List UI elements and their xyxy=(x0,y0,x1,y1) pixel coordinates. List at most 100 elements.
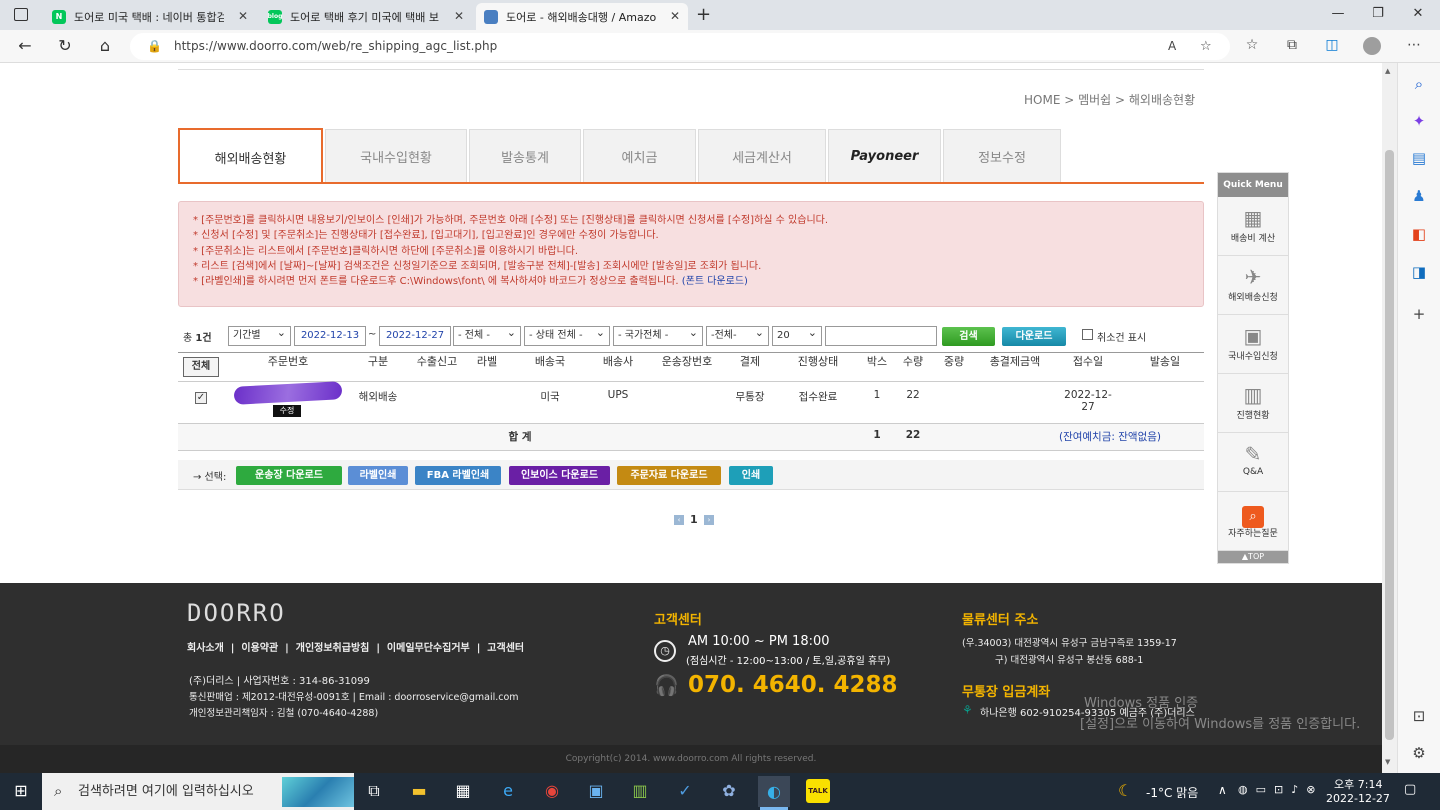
tray-chevron-icon[interactable]: ∧ xyxy=(1218,783,1227,797)
edge-icon[interactable]: ◐ xyxy=(758,776,790,807)
restore-icon[interactable]: ❐ xyxy=(1368,6,1388,21)
search-input[interactable] xyxy=(825,326,937,346)
ie-icon[interactable]: e xyxy=(496,779,520,803)
tab-shipping-stats[interactable]: 발송통계 xyxy=(469,129,581,183)
cell-status[interactable]: 접수완료 xyxy=(790,389,846,404)
favorite-add-icon[interactable]: ☆ xyxy=(1200,33,1212,60)
url-field[interactable]: 🔒 https://www.doorro.com/web/re_shipping… xyxy=(130,33,1230,60)
invoice-download-button[interactable]: 인보이스 다운로드 xyxy=(509,466,610,485)
read-aloud-icon[interactable]: A xyxy=(1168,33,1176,60)
print-button[interactable]: 인쇄 xyxy=(729,466,773,485)
windows-start-icon[interactable]: ⊞ xyxy=(9,779,33,803)
clock-time[interactable]: 오후 7:14 xyxy=(1334,776,1382,792)
weather-text[interactable]: -1°C 맑음 xyxy=(1146,784,1198,801)
scroll-down-icon[interactable]: ▼ xyxy=(1385,758,1390,766)
add-sidebar-icon[interactable]: + xyxy=(1408,303,1430,325)
tab-tax-invoice[interactable]: 세금계산서 xyxy=(698,129,826,183)
profile-avatar-icon[interactable] xyxy=(1362,37,1382,59)
cancel-checkbox[interactable] xyxy=(1082,329,1093,340)
quick-faq[interactable]: ⌕ 자주하는질문 xyxy=(1218,492,1288,551)
search-button[interactable]: 검색 xyxy=(942,327,995,346)
pager-prev-icon[interactable]: ‹ xyxy=(674,515,684,525)
search-icon[interactable]: ⌕ xyxy=(1408,73,1430,95)
clock-date[interactable]: 2022-12-27 xyxy=(1326,792,1390,805)
footer-links[interactable]: 회사소개 | 이용약관 | 개인정보취급방침 | 이메일무단수집거부 | 고객센… xyxy=(187,639,524,654)
new-tab-icon[interactable]: + xyxy=(696,4,711,25)
fba-label-print-button[interactable]: FBA 라벨인쇄 xyxy=(415,466,501,485)
order-number-redacted[interactable] xyxy=(233,381,343,405)
browser-tab-3[interactable]: 도어로 - 해외배송대행 / Amazon ✕ xyxy=(476,3,688,30)
select-all-button[interactable]: 전체 xyxy=(183,357,219,377)
waybill-download-button[interactable]: 운송장 다운로드 xyxy=(236,466,342,485)
scrollbar-thumb[interactable] xyxy=(1385,150,1394,740)
header-received: 접수일 xyxy=(1072,355,1104,368)
date-from-input[interactable]: 2022-12-13 xyxy=(294,326,366,346)
tab-deposit[interactable]: 예치금 xyxy=(583,129,696,183)
task-view-icon[interactable]: ⧉ xyxy=(362,779,386,803)
country-select[interactable]: - 국가전체 - xyxy=(613,324,703,346)
close-tab-icon[interactable]: ✕ xyxy=(238,9,248,23)
store-icon[interactable]: ▦ xyxy=(451,779,475,803)
chrome-icon[interactable]: ◉ xyxy=(540,779,564,803)
tab-edit-info[interactable]: 정보수정 xyxy=(943,129,1061,183)
hide-sidebar-icon[interactable]: ⊡ xyxy=(1408,705,1430,727)
quick-domestic-apply[interactable]: ▣ 국내수입신청 xyxy=(1218,315,1288,374)
order-data-download-button[interactable]: 주문자료 다운로드 xyxy=(617,466,721,485)
browser-tab-2[interactable]: blog 도어로 택배 후기 미국에 택배 보 ✕ xyxy=(260,3,472,30)
edge-shield-icon[interactable]: ◫ xyxy=(1322,37,1342,53)
minimize-icon[interactable]: — xyxy=(1328,6,1348,21)
taskbar-search[interactable]: ⌕ 검색하려면 여기에 입력하십시오 xyxy=(42,773,354,810)
edit-button[interactable]: 수정 xyxy=(273,405,301,417)
tray-icons[interactable]: ◍▭⊡♪⊗ xyxy=(1238,783,1323,796)
outlook-icon[interactable]: ◨ xyxy=(1408,261,1430,283)
office-icon[interactable]: ◧ xyxy=(1408,223,1430,245)
app-icon-3[interactable]: ✓ xyxy=(673,779,697,803)
row-checkbox[interactable]: ✓ xyxy=(195,392,207,404)
pager-current[interactable]: 1 xyxy=(690,513,698,526)
weather-icon[interactable]: ☾ xyxy=(1118,781,1132,800)
copilot-icon[interactable]: ✦ xyxy=(1408,110,1430,132)
pager-next-icon[interactable]: › xyxy=(704,515,714,525)
kakaotalk-icon[interactable]: TALK xyxy=(806,779,830,803)
quick-overseas-apply[interactable]: ✈ 해외배송신청 xyxy=(1218,256,1288,315)
games-icon[interactable]: ♟ xyxy=(1408,185,1430,207)
quick-shipping-calc[interactable]: ▦ 배송비 계산 xyxy=(1218,197,1288,256)
back-icon[interactable]: ← xyxy=(14,36,36,55)
favorites-icon[interactable]: ☆ xyxy=(1242,37,1262,53)
settings-icon[interactable]: ⚙ xyxy=(1408,742,1430,764)
app-icon-4[interactable]: ✿ xyxy=(717,779,741,803)
header-box: 박스 xyxy=(866,355,888,368)
date-to-input[interactable]: 2022-12-27 xyxy=(379,326,451,346)
shopping-icon[interactable]: ▤ xyxy=(1408,147,1430,169)
font-download-link[interactable]: (폰트 다운로드) xyxy=(682,276,748,287)
close-tab-icon[interactable]: ✕ xyxy=(670,9,680,23)
cell-type: 해외배송 xyxy=(358,391,398,403)
more-menu-icon[interactable]: ⋯ xyxy=(1404,37,1424,53)
home-icon[interactable]: ⌂ xyxy=(94,36,116,55)
app-icon-2[interactable]: ▥ xyxy=(628,779,652,803)
page-size-select[interactable]: 20 xyxy=(772,324,822,346)
tab-overseas-shipping[interactable]: 해외배송현황 xyxy=(178,128,323,184)
refresh-icon[interactable]: ↻ xyxy=(54,36,76,55)
tab-actions-icon[interactable] xyxy=(14,8,28,21)
close-window-icon[interactable]: ✕ xyxy=(1408,6,1428,21)
download-button[interactable]: 다운로드 xyxy=(1002,327,1066,346)
status-select[interactable]: - 상태 전체 - xyxy=(524,324,610,346)
file-explorer-icon[interactable]: ▬ xyxy=(407,779,431,803)
period-select[interactable]: 기간별 xyxy=(228,324,291,346)
carrier-select[interactable]: -전체- xyxy=(706,324,769,346)
close-tab-icon[interactable]: ✕ xyxy=(454,9,464,23)
quick-qna[interactable]: ✎ Q&A xyxy=(1218,433,1288,492)
browser-tab-1[interactable]: N 도어로 미국 택배 : 네이버 통합검 ✕ xyxy=(44,3,256,30)
notification-icon[interactable]: ▢ xyxy=(1404,782,1416,797)
type-select[interactable]: - 전체 - xyxy=(453,324,521,346)
scroll-up-icon[interactable]: ▲ xyxy=(1385,67,1390,75)
page-scrollbar[interactable]: ▲ ▼ xyxy=(1382,63,1397,773)
collections-icon[interactable]: ⧉ xyxy=(1282,37,1302,53)
tab-domestic-import[interactable]: 국내수입현황 xyxy=(325,129,467,183)
label-print-button[interactable]: 라벨인쇄 xyxy=(348,466,408,485)
quick-progress[interactable]: ▥ 진행현황 xyxy=(1218,374,1288,433)
app-icon[interactable]: ▣ xyxy=(584,779,608,803)
back-to-top-button[interactable]: ▲TOP xyxy=(1218,551,1288,563)
tab-payoneer[interactable]: Payoneer xyxy=(828,129,941,183)
